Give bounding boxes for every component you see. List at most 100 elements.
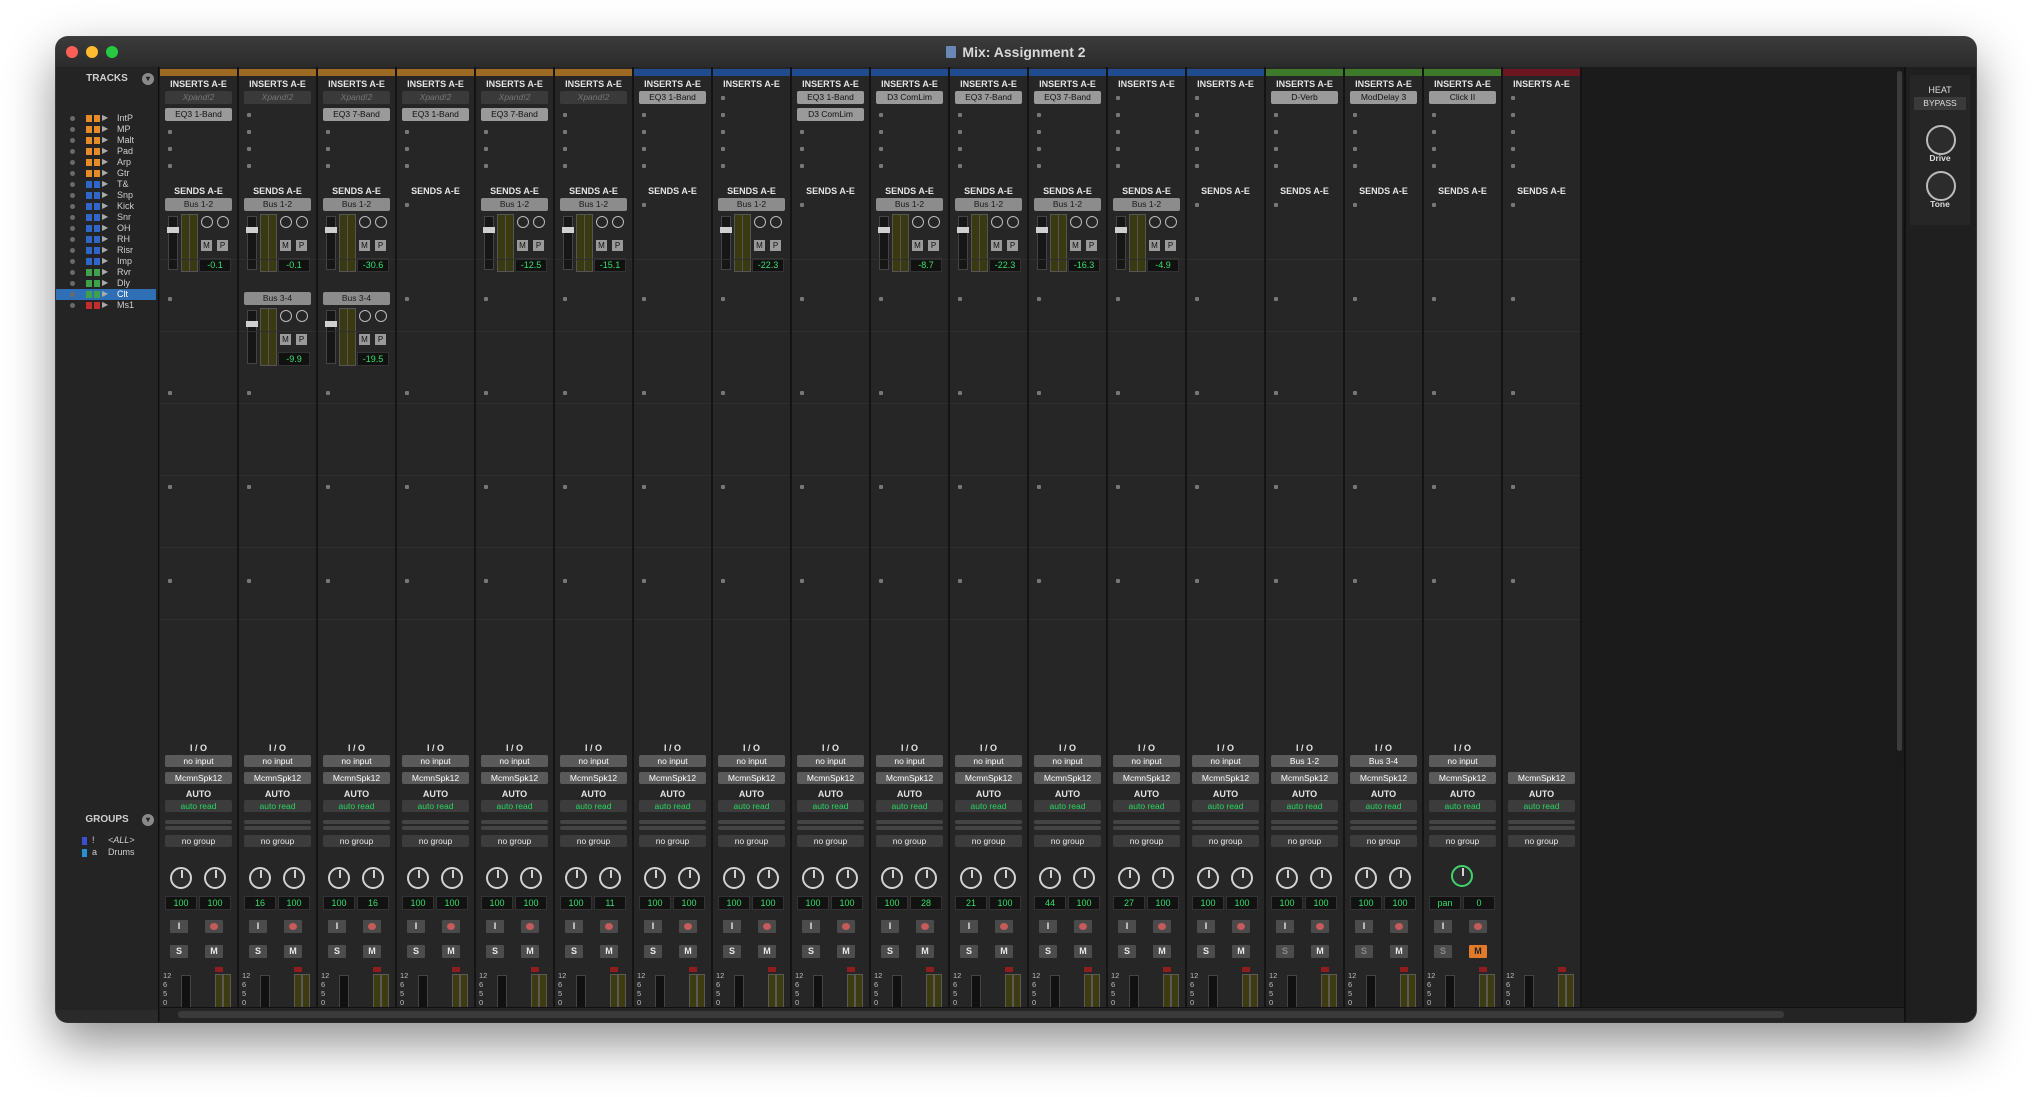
pan-knob-right[interactable] — [1152, 867, 1174, 889]
tone-knob[interactable] — [1926, 171, 1956, 201]
empty-insert-slot[interactable] — [958, 113, 962, 117]
pan-knob-left[interactable] — [1197, 867, 1219, 889]
empty-insert-slot[interactable] — [1432, 164, 1436, 168]
send-pan-knob[interactable] — [280, 216, 292, 228]
send-mute-button[interactable]: M — [201, 240, 212, 251]
input-monitor-button[interactable]: I — [1197, 920, 1215, 933]
automation-mode-selector[interactable]: auto read — [718, 800, 785, 812]
send-slot[interactable]: Bus 1-2 — [955, 198, 1022, 211]
empty-send-slot[interactable] — [1195, 485, 1199, 489]
input-selector[interactable]: no input — [955, 755, 1022, 767]
empty-send-slot[interactable] — [1037, 579, 1041, 583]
pan-knob-left[interactable] — [1118, 867, 1140, 889]
send-slot[interactable]: Bus 3-4 — [323, 292, 390, 305]
track-list-item[interactable]: ▶ Gtr — [56, 168, 156, 179]
empty-insert-slot[interactable] — [247, 113, 251, 117]
empty-insert-slot[interactable] — [721, 96, 725, 100]
send-slot[interactable]: Bus 1-2 — [165, 198, 232, 211]
empty-insert-slot[interactable] — [1116, 147, 1120, 151]
pan-knob-left[interactable] — [565, 867, 587, 889]
empty-send-slot[interactable] — [168, 297, 172, 301]
record-arm-button[interactable] — [1074, 920, 1092, 933]
pan-knob-left[interactable] — [486, 867, 508, 889]
send-pan-knob[interactable] — [991, 216, 1003, 228]
send-slot[interactable]: Bus 1-2 — [876, 198, 943, 211]
solo-button[interactable]: S — [1434, 945, 1452, 958]
send-pan-knob[interactable] — [912, 216, 924, 228]
insert-slot[interactable]: Xpand!2 — [323, 91, 390, 104]
send-fader[interactable] — [246, 216, 258, 270]
empty-send-slot[interactable] — [168, 579, 172, 583]
track-visibility-dot[interactable] — [70, 171, 75, 176]
insert-slot[interactable]: EQ3 1-Band — [402, 108, 469, 121]
empty-insert-slot[interactable] — [168, 130, 172, 134]
input-monitor-button[interactable]: I — [1039, 920, 1057, 933]
group-selector[interactable]: no group — [955, 835, 1022, 847]
mute-button[interactable]: M — [600, 945, 618, 958]
send-mute-button[interactable]: M — [596, 240, 607, 251]
input-monitor-button[interactable]: I — [723, 920, 741, 933]
pan-knob-right[interactable] — [915, 867, 937, 889]
pan-knob-right[interactable] — [757, 867, 779, 889]
track-list-item[interactable]: ▶ Kick — [56, 201, 156, 212]
empty-send-slot[interactable] — [642, 485, 646, 489]
send-prefader-button[interactable]: P — [770, 240, 781, 251]
mute-button[interactable]: M — [521, 945, 539, 958]
group-selector[interactable]: no group — [1034, 835, 1101, 847]
group-selector[interactable]: no group — [1350, 835, 1417, 847]
group-selector[interactable]: no group — [481, 835, 548, 847]
mute-button[interactable]: M — [758, 945, 776, 958]
empty-insert-slot[interactable] — [958, 130, 962, 134]
pan-knob-right[interactable] — [599, 867, 621, 889]
input-selector[interactable]: no input — [244, 755, 311, 767]
track-list-item[interactable]: ▶ Ms1 — [56, 300, 156, 311]
empty-send-slot[interactable] — [800, 579, 804, 583]
record-arm-button[interactable] — [679, 920, 697, 933]
empty-insert-slot[interactable] — [405, 147, 409, 151]
send-pan-knob[interactable] — [533, 216, 545, 228]
empty-send-slot[interactable] — [484, 579, 488, 583]
send-pan-knob[interactable] — [1165, 216, 1177, 228]
empty-send-slot[interactable] — [721, 579, 725, 583]
send-fader-cap[interactable] — [246, 227, 258, 233]
empty-send-slot[interactable] — [1195, 297, 1199, 301]
track-visibility-dot[interactable] — [70, 204, 75, 209]
empty-send-slot[interactable] — [642, 391, 646, 395]
group-selector[interactable]: no group — [1113, 835, 1180, 847]
mute-button[interactable]: M — [205, 945, 223, 958]
pan-knob-left[interactable] — [723, 867, 745, 889]
output-selector[interactable]: McmnSpk12 — [1429, 772, 1496, 784]
insert-slot[interactable]: D3 ComLim — [876, 91, 943, 104]
empty-insert-slot[interactable] — [1274, 147, 1278, 151]
empty-insert-slot[interactable] — [721, 164, 725, 168]
empty-insert-slot[interactable] — [1511, 96, 1515, 100]
input-monitor-button[interactable]: I — [1276, 920, 1294, 933]
output-selector[interactable]: McmnSpk12 — [639, 772, 706, 784]
group-selector[interactable]: no group — [1508, 835, 1575, 847]
record-arm-button[interactable] — [205, 920, 223, 933]
empty-send-slot[interactable] — [958, 485, 962, 489]
solo-button[interactable]: S — [565, 945, 583, 958]
empty-send-slot[interactable] — [958, 579, 962, 583]
empty-send-slot[interactable] — [1274, 391, 1278, 395]
send-fader[interactable] — [325, 310, 337, 364]
empty-insert-slot[interactable] — [800, 164, 804, 168]
solo-button[interactable]: S — [723, 945, 741, 958]
empty-send-slot[interactable] — [1037, 391, 1041, 395]
output-selector[interactable]: McmnSpk12 — [323, 772, 390, 784]
pan-knob-right[interactable] — [994, 867, 1016, 889]
empty-insert-slot[interactable] — [958, 164, 962, 168]
automation-mode-selector[interactable]: auto read — [560, 800, 627, 812]
empty-send-slot[interactable] — [1432, 297, 1436, 301]
solo-button[interactable]: S — [644, 945, 662, 958]
automation-mode-selector[interactable]: auto read — [165, 800, 232, 812]
send-mute-button[interactable]: M — [1149, 240, 1160, 251]
insert-slot[interactable]: D3 ComLim — [797, 108, 864, 121]
input-monitor-button[interactable]: I — [407, 920, 425, 933]
input-selector[interactable]: no input — [718, 755, 785, 767]
output-selector[interactable]: McmnSpk12 — [1192, 772, 1259, 784]
empty-send-slot[interactable] — [879, 297, 883, 301]
empty-send-slot[interactable] — [1274, 203, 1278, 207]
empty-send-slot[interactable] — [879, 579, 883, 583]
empty-insert-slot[interactable] — [721, 113, 725, 117]
